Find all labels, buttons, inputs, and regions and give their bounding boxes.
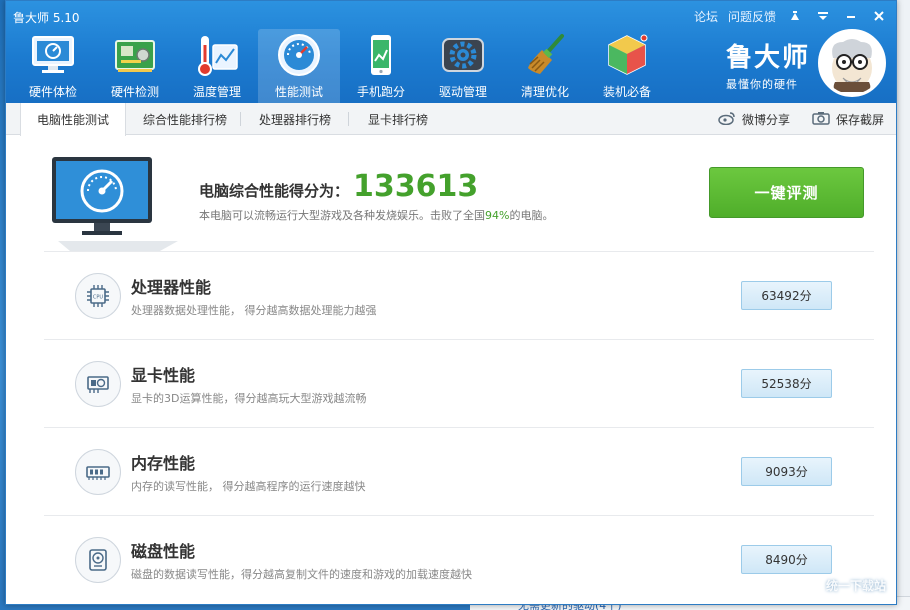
- feedback-link[interactable]: 问题反馈: [728, 8, 776, 25]
- nav-clean-optimize[interactable]: 清理优化: [504, 29, 586, 103]
- row-title: 显卡性能: [131, 366, 196, 385]
- overall-score: 电脑综合性能得分为： 133613: [199, 169, 478, 204]
- disk-performance-row: 磁盘性能 磁盘的数据读写性能，得分越高复制文件的速度和游戏的加载速度越快 849…: [44, 515, 874, 603]
- nav-hardware-check[interactable]: 硬件体检: [12, 29, 94, 103]
- memory-performance-row: 内存性能 内存的读写性能， 得分越高程序的运行速度越快 9093分: [44, 427, 874, 515]
- tab-separator: [348, 112, 349, 126]
- close-icon[interactable]: [870, 7, 888, 25]
- score-value: 133613: [353, 169, 479, 204]
- gauge-icon: [273, 31, 325, 79]
- window-title: 鲁大师 5.10: [13, 11, 80, 25]
- score-summary: 电脑综合性能得分为： 133613 本电脑可以流畅运行大型游戏及各种发烧娱乐。击…: [6, 135, 896, 253]
- nav-label: 温度管理: [192, 85, 241, 99]
- cpu-icon: CPU: [75, 273, 121, 319]
- nav-essential-apps[interactable]: 装机必备: [586, 29, 668, 103]
- row-title: 处理器性能: [131, 278, 212, 297]
- forum-link[interactable]: 论坛: [694, 8, 718, 25]
- disk-score: 8490分: [741, 545, 832, 574]
- mascot-avatar: [818, 29, 886, 97]
- brand-slogan: 最懂你的硬件: [726, 78, 798, 91]
- brand: 鲁大师 最懂你的硬件: [726, 37, 821, 92]
- one-click-evaluate-button[interactable]: 一键评测: [709, 167, 864, 218]
- tab-gpu-ranking[interactable]: 显卡排行榜: [350, 103, 446, 135]
- nav-label: 硬件检测: [110, 85, 159, 99]
- memory-score: 9093分: [741, 457, 832, 486]
- background-window-edge: [895, 0, 910, 610]
- top-links: 论坛 问题反馈: [694, 7, 888, 25]
- cpu-performance-row: CPU 处理器性能 处理器数据处理性能， 得分越高数据处理能力越强 63492分: [44, 251, 874, 339]
- save-screenshot-label: 保存截屏: [836, 112, 885, 127]
- skin-icon[interactable]: [786, 7, 804, 25]
- row-description: 处理器数据处理性能， 得分越高数据处理能力越强: [131, 304, 377, 317]
- phone-icon: [355, 31, 407, 79]
- score-label: 电脑综合性能得分为：: [199, 182, 350, 200]
- gear-icon: [437, 31, 489, 79]
- gpu-score: 52538分: [741, 369, 832, 398]
- nav-label: 手机跑分: [356, 85, 405, 99]
- app-window: 鲁大师 5.10 论坛 问题反馈 硬件体检 硬件检测 温度管理 性能测试 手机跑…: [5, 0, 897, 605]
- nav-driver-management[interactable]: 驱动管理: [422, 29, 504, 103]
- circuit-board-icon: [109, 31, 161, 79]
- nav-label: 硬件体检: [28, 85, 77, 99]
- nav-label: 性能测试: [274, 85, 323, 99]
- graphics-card-icon: [75, 361, 121, 407]
- score-desc-prefix: 本电脑可以流畅运行大型游戏及各种发烧娱乐。击败了全国: [199, 209, 485, 222]
- save-screenshot-button[interactable]: 保存截屏: [812, 103, 884, 135]
- nav-label: 驱动管理: [438, 85, 487, 99]
- broom-icon: [519, 31, 571, 79]
- score-description: 本电脑可以流畅运行大型游戏及各种发烧娱乐。击败了全国94%的电脑。: [199, 207, 553, 223]
- menu-icon[interactable]: [814, 7, 832, 25]
- gpu-performance-row: 显卡性能 显卡的3D运算性能，得分越高玩大型游戏越流畅 52538分: [44, 339, 874, 427]
- nav-label: 装机必备: [602, 85, 651, 99]
- row-description: 内存的读写性能， 得分越高程序的运行速度越快: [131, 480, 366, 493]
- thermometer-icon: [191, 31, 243, 79]
- main-nav: 硬件体检 硬件检测 温度管理 性能测试 手机跑分 驱动管理 清理优化 装机必备: [12, 29, 668, 103]
- watermark: 统一下载站: [825, 578, 886, 593]
- row-title: 内存性能: [131, 454, 196, 473]
- row-title: 磁盘性能: [131, 542, 196, 561]
- tab-bar: 电脑性能测试 综合性能排行榜 处理器排行榜 显卡排行榜 微博分享 保存截屏: [6, 103, 896, 136]
- tab-cpu-ranking[interactable]: 处理器排行榜: [242, 103, 348, 135]
- row-description: 磁盘的数据读写性能，得分越高复制文件的速度和游戏的加载速度越快: [131, 568, 472, 581]
- svg-text:CPU: CPU: [93, 295, 104, 301]
- header: 鲁大师 5.10 论坛 问题反馈 硬件体检 硬件检测 温度管理 性能测试 手机跑…: [6, 1, 896, 103]
- memory-icon: [75, 449, 121, 495]
- nav-phone-benchmark[interactable]: 手机跑分: [340, 29, 422, 103]
- monitor-gauge-icon: [50, 157, 185, 252]
- tab-separator: [240, 112, 241, 126]
- tab-pc-performance-test[interactable]: 电脑性能测试: [20, 103, 126, 136]
- cube-icon: [601, 31, 653, 79]
- weibo-icon: [718, 111, 736, 128]
- cpu-score: 63492分: [741, 281, 832, 310]
- minimize-icon[interactable]: [842, 7, 860, 25]
- nav-label: 清理优化: [520, 85, 569, 99]
- beat-percentage: 94%: [485, 209, 510, 222]
- nav-hardware-detect[interactable]: 硬件检测: [94, 29, 176, 103]
- nav-temperature[interactable]: 温度管理: [176, 29, 258, 103]
- monitor-icon: [27, 31, 79, 79]
- disk-icon: [75, 537, 121, 583]
- brand-name: 鲁大师: [726, 43, 811, 73]
- tab-overall-ranking[interactable]: 综合性能排行榜: [130, 103, 240, 135]
- nav-performance-test[interactable]: 性能测试: [258, 29, 340, 103]
- performance-list: CPU 处理器性能 处理器数据处理性能， 得分越高数据处理能力越强 63492分…: [44, 251, 874, 603]
- weibo-share-label: 微博分享: [742, 112, 791, 127]
- camera-icon: [812, 111, 830, 128]
- score-desc-suffix: 的电脑。: [509, 209, 554, 222]
- row-description: 显卡的3D运算性能，得分越高玩大型游戏越流畅: [131, 392, 367, 405]
- weibo-share-button[interactable]: 微博分享: [718, 103, 790, 135]
